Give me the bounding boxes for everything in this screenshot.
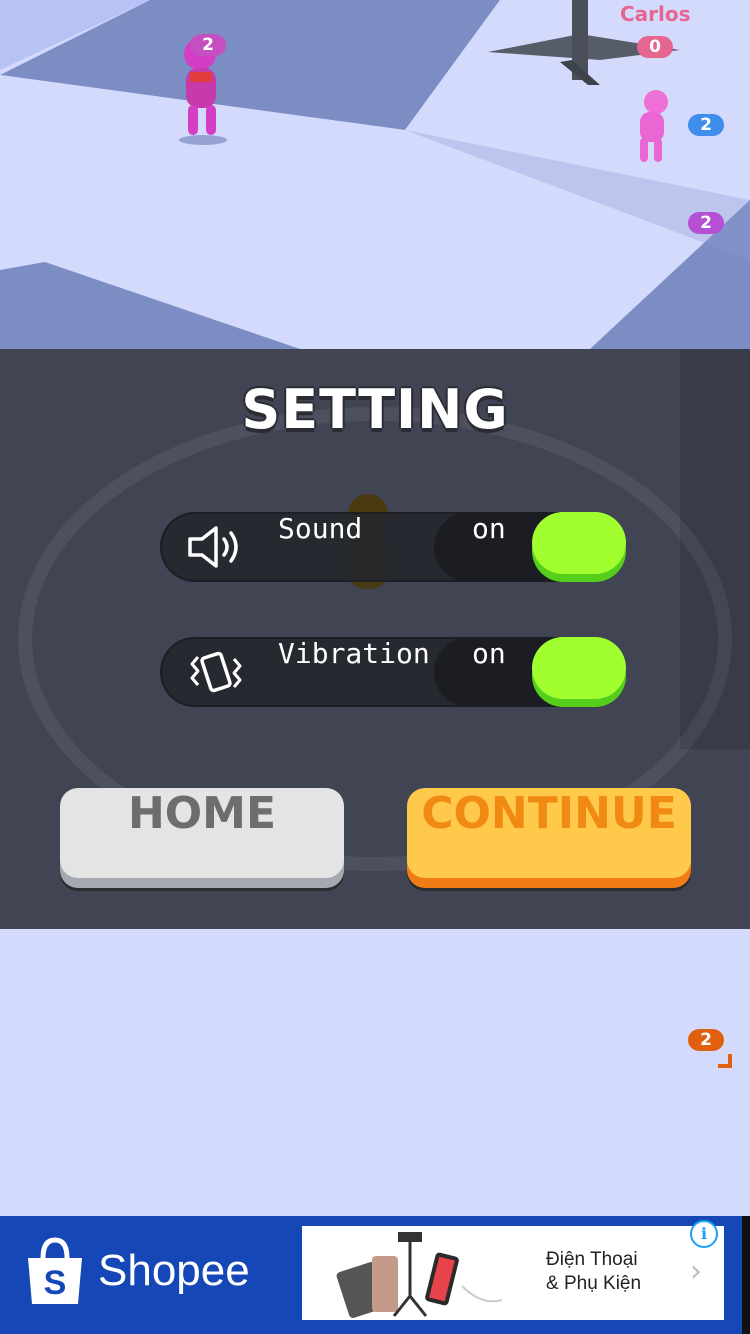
sound-setting-row: Sound on	[160, 512, 626, 582]
sound-toggle-knob[interactable]	[532, 512, 626, 574]
ad-caption-line1: Điện Thoại	[546, 1249, 638, 1270]
continue-button[interactable]: CONTINUE	[407, 788, 691, 878]
ad-arrow-icon[interactable]: ›	[690, 1254, 702, 1289]
sound-label: Sound	[278, 512, 363, 545]
sound-toggle[interactable]: on	[434, 512, 626, 582]
vibration-icon	[190, 651, 242, 693]
product-image	[336, 1232, 503, 1318]
vibration-setting-row: Vibration on	[160, 637, 626, 707]
settings-title: SETTING	[241, 378, 509, 441]
svg-text:S: S	[44, 1264, 67, 1302]
vibration-toggle-knob[interactable]	[532, 637, 626, 699]
opponent-score-badge: 2	[688, 1029, 724, 1051]
offscreen-indicator-icon	[718, 1054, 732, 1068]
player-name-carlos: Carlos	[620, 2, 691, 26]
shopee-bag-icon: S	[28, 1237, 82, 1304]
opponent-score-badge: 2	[688, 212, 724, 234]
ad-info-icon[interactable]: i	[690, 1220, 718, 1248]
ad-product-card[interactable]: Điện Thoại & Phụ Kiện	[302, 1226, 724, 1320]
carlos-score-badge: 0	[637, 36, 673, 58]
ad-caption-line2: & Phụ Kiện	[546, 1273, 642, 1294]
opponent-score-badge: 2	[190, 34, 226, 56]
vibration-state-text: on	[472, 637, 506, 670]
ad-caption: Điện Thoại & Phụ Kiện	[546, 1248, 641, 1296]
opponent-character	[630, 90, 670, 165]
ad-brand-name: Shopee	[98, 1246, 250, 1295]
opponent-score-badge: 2	[688, 114, 724, 136]
vibration-label: Vibration	[278, 637, 430, 670]
ad-banner[interactable]: S Shopee Điện Thoại & Phụ Kiện i ›	[0, 1216, 750, 1334]
speaker-icon	[188, 526, 238, 568]
home-button[interactable]: HOME	[60, 788, 344, 878]
sound-state-text: on	[472, 512, 506, 545]
ad-edge-divider	[742, 1216, 750, 1334]
vibration-toggle[interactable]: on	[434, 637, 626, 707]
